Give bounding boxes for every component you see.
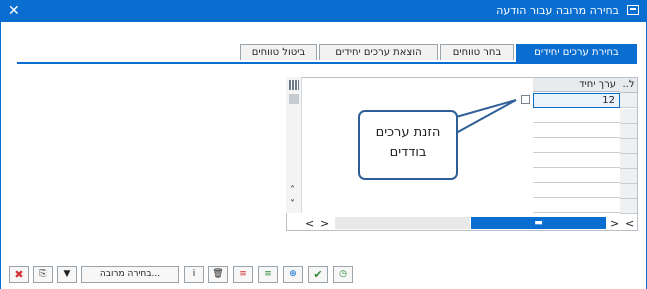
tab-exclude-single-values[interactable]: הוצאת ערכים יחידים xyxy=(319,44,438,60)
table-row[interactable] xyxy=(533,139,620,153)
info-icon[interactable]: i xyxy=(184,266,204,283)
value-help-icon[interactable] xyxy=(521,95,530,104)
row-selector[interactable] xyxy=(620,93,637,108)
import-icon[interactable]: ⎘ xyxy=(33,266,53,283)
scroll-thumb[interactable] xyxy=(289,94,299,104)
callout-line-1: הזנת ערכים xyxy=(375,125,441,140)
tab-underline xyxy=(17,62,637,64)
row-selector[interactable] xyxy=(620,109,637,124)
filter-icon[interactable]: ▼ xyxy=(57,266,77,283)
window-title: בחירה מרובה עבור הודעה xyxy=(496,4,619,17)
more-selection-button[interactable]: בחירה מרובה... xyxy=(81,266,179,283)
scroll-up-button[interactable]: ˄ xyxy=(290,185,295,196)
table-row[interactable] xyxy=(533,184,620,198)
row-selector[interactable] xyxy=(620,124,637,139)
scroll-down-button[interactable]: ˅ xyxy=(290,199,295,210)
table-row[interactable] xyxy=(533,124,620,138)
table-settings-icon[interactable] xyxy=(289,80,299,90)
delete-row-icon[interactable]: ≡ xyxy=(233,266,253,283)
tab-select-ranges[interactable]: בחר טווחים xyxy=(440,44,514,60)
table-row[interactable] xyxy=(533,199,620,213)
scroll-right-button[interactable]: > xyxy=(320,217,329,230)
callout-line-2: בודדים xyxy=(389,145,427,160)
title-bar: ✕ בחירה מרובה עבור הודעה xyxy=(0,0,647,22)
window-icon xyxy=(627,5,639,15)
column-header-value[interactable]: ערך יחיד xyxy=(533,78,620,92)
cancel-icon[interactable]: ✖ xyxy=(9,266,29,283)
page-left-button[interactable]: < xyxy=(625,217,634,230)
row-selector[interactable] xyxy=(620,139,637,154)
tab-single-values[interactable]: בחירת ערכים יחידים xyxy=(516,44,637,62)
value-text[interactable]: 12 xyxy=(602,94,615,107)
row-selector[interactable] xyxy=(620,199,637,214)
scroll-left-button[interactable]: < xyxy=(305,217,314,230)
value-input[interactable]: 12 xyxy=(533,93,620,108)
copy-icon[interactable]: ⊕ xyxy=(283,266,303,283)
callout-pointer xyxy=(455,99,517,135)
table-row[interactable] xyxy=(533,154,620,168)
row-selector[interactable] xyxy=(620,154,637,169)
column-header-row[interactable]: ל.. xyxy=(620,78,637,93)
horizontal-scroll-thumb[interactable]: ▬ xyxy=(471,217,606,229)
horizontal-scroll-track[interactable] xyxy=(335,217,470,229)
trash-icon[interactable]: 🗑 xyxy=(208,266,228,283)
check-icon[interactable]: ✔ xyxy=(308,266,328,283)
execute-icon[interactable]: ◷ xyxy=(333,266,353,283)
tab-exclude-ranges[interactable]: ביטול טווחים xyxy=(240,44,317,60)
page-right-button[interactable]: > xyxy=(610,217,619,230)
callout: הזנת ערכים בודדים xyxy=(358,110,458,180)
close-icon[interactable]: ✕ xyxy=(8,3,20,19)
insert-row-icon[interactable]: ≡ xyxy=(258,266,278,283)
window-border-left xyxy=(0,22,1,289)
row-selector[interactable] xyxy=(620,169,637,184)
table-row[interactable] xyxy=(533,169,620,183)
row-selector[interactable] xyxy=(620,184,637,199)
table-row[interactable] xyxy=(533,109,620,123)
